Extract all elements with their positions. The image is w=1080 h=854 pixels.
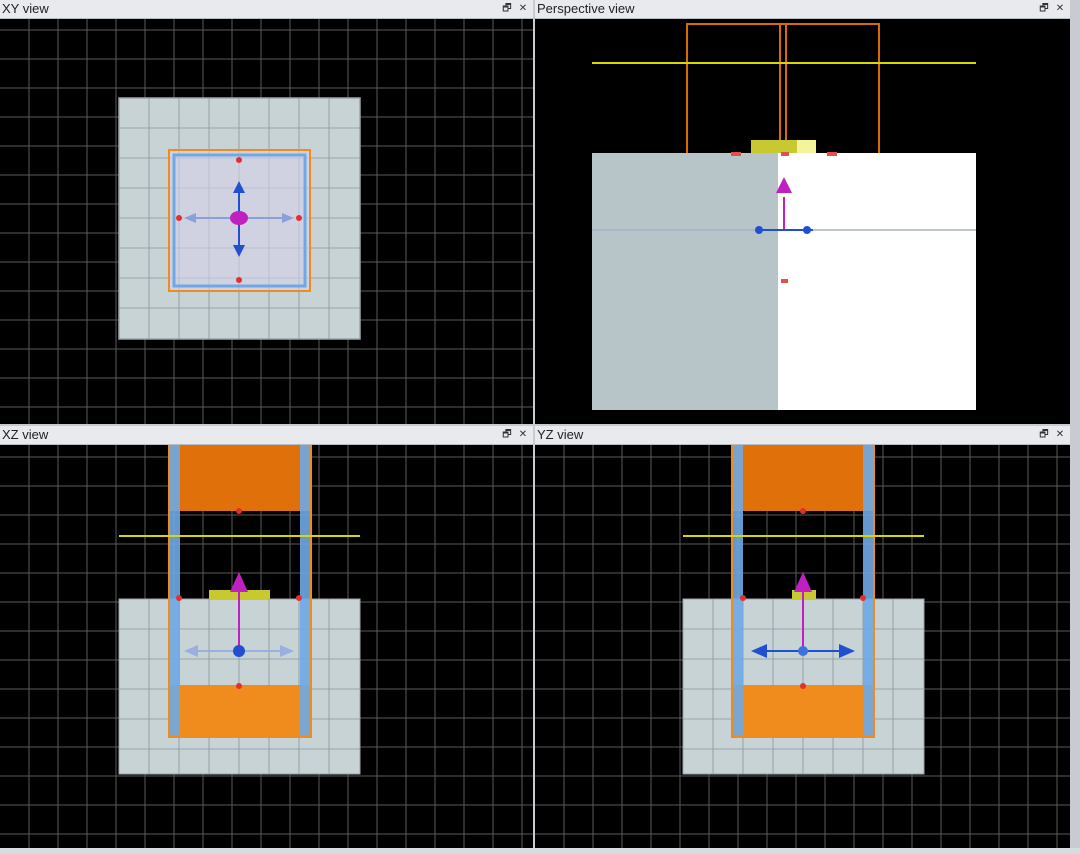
xy-view-title: XY view: [2, 1, 49, 16]
perspective-view-title: Perspective view: [537, 1, 635, 16]
top-orange-block: [733, 445, 873, 511]
bottom-orange-block: [733, 685, 873, 737]
yz-viewport[interactable]: [535, 445, 1070, 848]
orange-frame: [686, 23, 880, 155]
substrate-left-face: [592, 153, 778, 410]
restore-icon[interactable]: 🗗: [1038, 429, 1050, 441]
xy-viewport[interactable]: [0, 19, 533, 424]
bottom-orange-block: [170, 685, 310, 737]
xz-view-pane: XZ view 🗗 ✕: [0, 426, 533, 848]
perspective-scene: [592, 23, 976, 410]
yz-view-pane: YZ view 🗗 ✕: [535, 426, 1070, 848]
yz-view-titlebar: YZ view 🗗 ✕: [535, 426, 1070, 445]
xy-view-titlebar: XY view 🗗 ✕: [0, 0, 533, 19]
perspective-viewport[interactable]: [535, 19, 1070, 424]
restore-icon[interactable]: 🗗: [501, 3, 513, 15]
perspective-view-pane: Perspective view 🗗 ✕: [535, 0, 1070, 424]
restore-icon[interactable]: 🗗: [1038, 3, 1050, 15]
status-strip: [0, 848, 1080, 854]
yz-scene: [535, 445, 1070, 848]
restore-icon[interactable]: 🗗: [501, 429, 513, 441]
perspective-view-titlebar: Perspective view 🗗 ✕: [535, 0, 1070, 19]
xz-view-titlebar: XZ view 🗗 ✕: [0, 426, 533, 445]
yz-view-title: YZ view: [537, 427, 584, 442]
xy-scene: [0, 19, 533, 424]
close-icon[interactable]: ✕: [1054, 3, 1066, 15]
xy-view-pane: XY view 🗗 ✕: [0, 0, 533, 424]
close-icon[interactable]: ✕: [517, 3, 529, 15]
substrate-right-face: [778, 153, 976, 410]
close-icon[interactable]: ✕: [1054, 429, 1066, 441]
top-orange-block: [170, 445, 310, 511]
xz-scene: [0, 445, 533, 848]
close-icon[interactable]: ✕: [517, 429, 529, 441]
xz-viewport[interactable]: [0, 445, 533, 848]
xz-view-title: XZ view: [2, 427, 49, 442]
